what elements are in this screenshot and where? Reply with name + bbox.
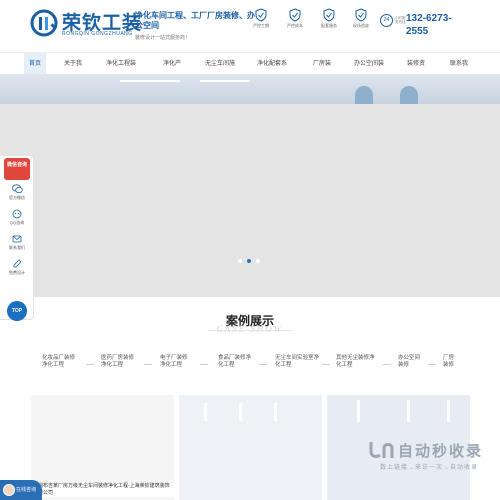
slider-dot-active[interactable] xyxy=(247,259,251,263)
feature-item: 严控成本 xyxy=(282,8,308,28)
category-separator xyxy=(200,364,208,365)
company-logo[interactable] xyxy=(30,9,58,37)
floating-sidebar: 微信咨询 官方微信 QQ咨询 联系我们 免费设计 TOP xyxy=(0,155,34,321)
design-icon xyxy=(13,259,22,268)
category-separator xyxy=(383,364,391,365)
nav-item-clean-engineering[interactable]: 净化工程装修 xyxy=(104,53,138,89)
case-category-factory[interactable]: 厂房装修 xyxy=(443,355,457,368)
case-category-other[interactable]: 其他无尘装修净化工程 xyxy=(336,355,378,368)
section-title-cases-en: CASE SHOW xyxy=(216,324,284,334)
sidebar-item-label: 官方微信 xyxy=(9,195,25,200)
sidebar-item-label: QQ咨询 xyxy=(9,220,25,225)
sidebar-item-wechat[interactable]: 官方微信 xyxy=(0,184,34,201)
worker-figure xyxy=(355,86,373,104)
hotline-number[interactable]: 132-6273-2555 xyxy=(406,12,466,38)
sidebar-item-label: 联系我们 xyxy=(9,245,25,250)
case-card[interactable] xyxy=(179,395,322,500)
nav-item-clean-products[interactable]: 净化产品 xyxy=(161,53,183,89)
case-category-lab[interactable]: 无尘车间实验室净化工程 xyxy=(275,355,319,368)
case-category-electronics[interactable]: 电子厂装修净化工程 xyxy=(160,355,192,368)
shield-icon xyxy=(255,8,267,22)
nav-item-news[interactable]: 装修资讯 xyxy=(405,53,427,89)
ceiling-light xyxy=(239,403,242,421)
header: 荣钦工装 RONGQIN GONGZHUANG 净化车间工程、工厂厂房装修、办公… xyxy=(0,0,500,48)
main-nav: 首页 关于我们 净化工程装修 净化产品 无尘车间施工 净化配套系统 厂房装修 办… xyxy=(0,52,500,89)
nav-item-factory-decoration[interactable]: 厂房装修 xyxy=(311,53,333,89)
shield-icon xyxy=(323,8,335,22)
sidebar-wechat-consult[interactable]: 微信咨询 xyxy=(4,158,30,180)
category-separator xyxy=(322,364,330,365)
ceiling-light xyxy=(274,403,277,421)
nav-item-office-decoration[interactable]: 办公空间装修 xyxy=(352,53,386,89)
feature-item: 现场验收 xyxy=(348,8,374,28)
shield-icon xyxy=(289,8,301,22)
slider-dot[interactable] xyxy=(256,259,260,263)
banner-image xyxy=(0,74,500,104)
sidebar-item-contact[interactable]: 联系我们 xyxy=(0,234,34,251)
ceiling-light xyxy=(204,403,207,421)
sidebar-item-label: 免费设计 xyxy=(9,270,25,275)
sidebar-item-qq[interactable]: QQ咨询 xyxy=(0,209,34,226)
hero-banner[interactable] xyxy=(0,74,500,297)
nav-item-about[interactable]: 关于我们 xyxy=(62,53,84,89)
case-card-caption[interactable]: 深圳布吉某厂房万级无尘车间装修净化工程-上海荣钦建筑装饰有限公司 xyxy=(31,483,174,497)
case-category-pharma[interactable]: 医药厂房装修净化工程 xyxy=(101,355,139,368)
ceiling-light xyxy=(200,80,250,82)
case-category-cosmetics[interactable]: 化妆品厂装修净化工程 xyxy=(42,355,78,368)
wechat-icon xyxy=(11,184,23,194)
qq-icon xyxy=(12,209,22,219)
feature-label: 严控成本 xyxy=(287,23,303,28)
category-separator xyxy=(259,364,267,365)
category-separator xyxy=(86,364,94,365)
feature-item: 严控工期 xyxy=(248,8,274,28)
watermark-text: 自动秒收录 xyxy=(398,443,484,460)
feature-label: 配套服务 xyxy=(321,23,337,28)
header-slogan-sub: 装修设计一站式服务商！ xyxy=(135,35,191,41)
case-category-food[interactable]: 食品厂装修净化工程 xyxy=(218,355,254,368)
watermark-logo-icon xyxy=(369,442,394,458)
feature-item: 配套服务 xyxy=(316,8,342,28)
watermark: 自动秒收录 数上链接→来访一次→自动收录 xyxy=(360,440,500,500)
ceiling-light xyxy=(447,400,450,422)
ceiling-light xyxy=(120,80,180,82)
avatar xyxy=(3,484,15,496)
header-slogan: 净化车间工程、工厂厂房装修、办公空间 xyxy=(135,11,255,30)
feature-label: 现场验收 xyxy=(353,23,369,28)
online-chat-label: 在线咨询 xyxy=(16,487,37,493)
shield-icon xyxy=(355,8,367,22)
nav-item-dustfree-workshop[interactable]: 无尘车间施工 xyxy=(203,53,237,89)
watermark-subtext: 数上链接→来访一次→自动收录 xyxy=(380,465,479,471)
online-chat-button[interactable]: 在线咨询 xyxy=(0,480,42,500)
case-card[interactable]: 深圳布吉某厂房万级无尘车间装修净化工程-上海荣钦建筑装饰有限公司 xyxy=(31,395,174,500)
nav-item-clean-systems[interactable]: 净化配套系统 xyxy=(255,53,289,89)
feature-label: 严控工期 xyxy=(253,23,269,28)
worker-figure xyxy=(400,86,418,104)
category-separator xyxy=(428,364,436,365)
case-category-office[interactable]: 办公空间装修 xyxy=(398,355,420,368)
nav-item-home[interactable]: 首页 xyxy=(24,53,46,75)
ceiling-light xyxy=(407,400,410,422)
hotline-24h-icon: 24 xyxy=(380,14,393,27)
brand-subtitle: RONGQIN GONGZHUANG xyxy=(62,31,133,37)
ceiling-light xyxy=(357,400,360,422)
category-separator xyxy=(144,364,152,365)
nav-item-contact[interactable]: 联系我们 xyxy=(448,53,470,89)
slider-dot[interactable] xyxy=(238,259,242,263)
sidebar-item-free-design[interactable]: 免费设计 xyxy=(0,259,34,276)
phone-icon xyxy=(12,235,22,243)
